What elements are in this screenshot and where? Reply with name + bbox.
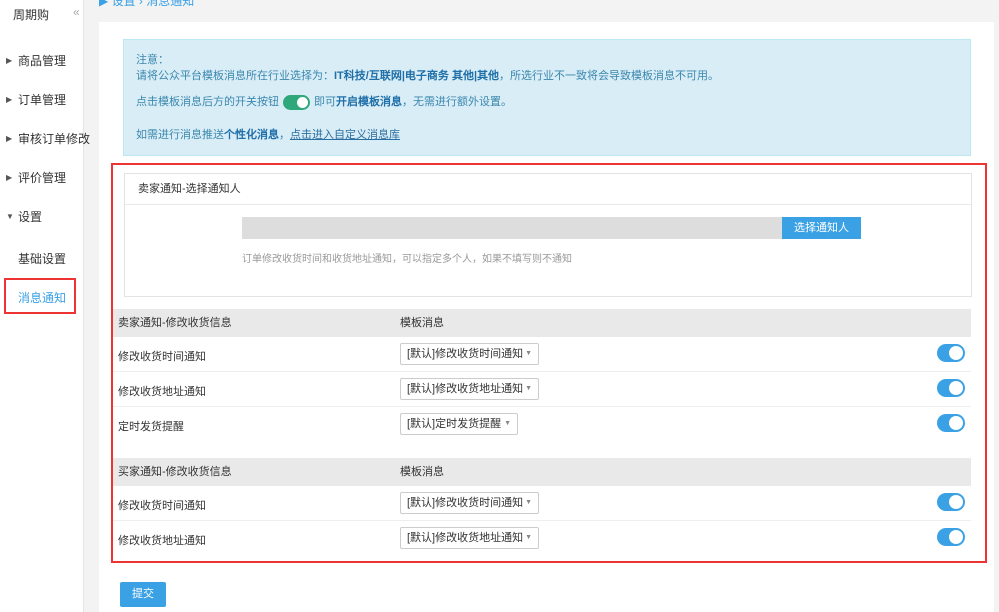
template-select[interactable]: [默认]修改收货地址通知 ▼	[400, 378, 539, 400]
notice-line-custom: 如需进行消息推送个性化消息，点击进入自定义消息库	[136, 126, 400, 142]
seller-recipient-panel: 卖家通知-选择通知人 选择通知人 订单修改收货时间和收货地址通知，可以指定多个人…	[124, 173, 972, 297]
chevron-right-icon: ▶	[6, 56, 13, 65]
notice-industry: IT科技/互联网|电子商务 其他|其他	[334, 70, 500, 82]
caret-down-icon: ▼	[525, 385, 532, 392]
notice-text: 如需进行消息推送	[136, 129, 224, 141]
select-value: [默认]修改收货时间通知	[407, 348, 524, 360]
content-card: 注意： 请将公众平台模板消息所在行业选择为：IT科技/互联网|电子商务 其他|其…	[99, 22, 994, 612]
notice-text: 点击模板消息后方的开关按钮	[136, 96, 279, 108]
breadcrumb: ▶ 设置 › 消息通知	[99, 0, 195, 8]
notice-bold: 开启模板消息	[336, 96, 402, 108]
highlight-box: 卖家通知-选择通知人 选择通知人 订单修改收货时间和收货地址通知，可以指定多个人…	[111, 163, 987, 563]
template-select[interactable]: [默认]修改收货时间通知 ▼	[400, 343, 539, 365]
sidebar-item-goods[interactable]: ▶ 商品管理	[0, 45, 84, 77]
notice-title: 注意：	[136, 54, 169, 66]
column-header: 模板消息	[400, 317, 444, 329]
sidebar-item-label: 订单管理	[18, 93, 67, 107]
panel-title: 卖家通知-选择通知人	[125, 174, 971, 205]
toggle-switch[interactable]	[937, 344, 965, 362]
toggle-switch[interactable]	[937, 493, 965, 511]
row-label: 定时发货提醒	[118, 421, 184, 433]
table-row: 修改收货地址通知 [默认]修改收货地址通知 ▼	[113, 521, 971, 556]
sidebar: 周期购 « ▶ 商品管理 ▶ 订单管理 ▶ 审核订单修改 ▶ 评价管理 ▼ 设置…	[0, 0, 90, 612]
highlight-box	[4, 278, 76, 314]
select-recipient-button[interactable]: 选择通知人	[782, 217, 861, 239]
column-header: 买家通知-修改收货信息	[118, 466, 232, 478]
sidebar-item-label: 商品管理	[18, 54, 67, 68]
column-header: 模板消息	[400, 466, 444, 478]
caret-down-icon: ▼	[525, 499, 532, 506]
toggle-switch[interactable]	[937, 379, 965, 397]
notice-box: 注意： 请将公众平台模板消息所在行业选择为：IT科技/互联网|电子商务 其他|其…	[123, 39, 971, 156]
sidebar-item-label: 评价管理	[18, 171, 67, 185]
sidebar-item-reviews[interactable]: ▶ 评价管理	[0, 162, 84, 194]
toggle-switch[interactable]	[937, 414, 965, 432]
chevron-down-icon: ▼	[6, 212, 14, 221]
row-label: 修改收货时间通知	[118, 351, 206, 363]
table-row: 定时发货提醒 [默认]定时发货提醒 ▼	[113, 407, 971, 442]
sidebar-item-orders[interactable]: ▶ 订单管理	[0, 84, 84, 116]
notice-text: ，	[279, 129, 290, 141]
main-content: ▶ 设置 › 消息通知 注意： 请将公众平台模板消息所在行业选择为：IT科技/互…	[99, 0, 999, 612]
template-select[interactable]: [默认]修改收货地址通知 ▼	[400, 527, 539, 549]
sidebar-item-review-orders[interactable]: ▶ 审核订单修改	[0, 123, 90, 155]
chevron-right-icon: ▶	[6, 173, 13, 182]
recipient-help-text: 订单修改收货时间和收货地址通知，可以指定多个人，如果不填写则不通知	[242, 254, 572, 265]
notice-text: 请将公众平台模板消息所在行业选择为：	[136, 70, 334, 82]
sidebar-item-label: 审核订单修改	[18, 132, 91, 146]
table-row: 修改收货时间通知 [默认]修改收货时间通知 ▼	[113, 486, 971, 521]
select-value: [默认]修改收货地址通知	[407, 383, 524, 395]
select-value: [默认]修改收货时间通知	[407, 497, 524, 509]
notice-line-toggle: 点击模板消息后方的开关按钮 即可开启模板消息，无需进行额外设置。	[136, 93, 512, 110]
custom-message-link[interactable]: 点击进入自定义消息库	[290, 129, 400, 141]
recipient-input[interactable]	[242, 217, 782, 239]
select-value: [默认]修改收货地址通知	[407, 532, 524, 544]
toggle-switch[interactable]	[937, 528, 965, 546]
submit-button[interactable]: 提交	[120, 582, 166, 607]
sidebar-item-label: 设置	[18, 210, 43, 224]
sidebar-subitem-basic-settings[interactable]: 基础设置	[18, 250, 66, 267]
notice-text: ，所选行业不一致将会导致模板消息不可用。	[499, 70, 720, 82]
sidebar-item-settings[interactable]: ▼ 设置	[0, 201, 84, 233]
toggle-icon	[283, 94, 310, 110]
brand-title: 周期购	[13, 8, 50, 22]
table-row: 修改收货地址通知 [默认]修改收货地址通知 ▼	[113, 372, 971, 407]
template-select[interactable]: [默认]修改收货时间通知 ▼	[400, 492, 539, 514]
template-select[interactable]: [默认]定时发货提醒 ▼	[400, 413, 518, 435]
row-label: 修改收货地址通知	[118, 386, 206, 398]
column-header: 卖家通知-修改收货信息	[118, 317, 232, 329]
chevron-right-icon: ▶	[6, 95, 13, 104]
chevron-right-icon: ▶	[6, 134, 13, 143]
sidebar-brand: 周期购 «	[0, 0, 84, 26]
seller-table-header: 卖家通知-修改收货信息 模板消息	[113, 309, 971, 337]
notice-line-industry: 请将公众平台模板消息所在行业选择为：IT科技/互联网|电子商务 其他|其他，所选…	[136, 67, 719, 83]
caret-down-icon: ▼	[525, 534, 532, 541]
caret-down-icon: ▼	[504, 420, 511, 427]
notice-text: 即可	[314, 96, 336, 108]
notice-text: ，无需进行额外设置。	[402, 96, 512, 108]
table-row: 修改收货时间通知 [默认]修改收货时间通知 ▼	[113, 337, 971, 372]
notice-bold: 个性化消息	[224, 129, 279, 141]
collapse-icon[interactable]: «	[73, 5, 80, 19]
select-value: [默认]定时发货提醒	[407, 418, 502, 430]
row-label: 修改收货时间通知	[118, 500, 206, 512]
row-label: 修改收货地址通知	[118, 535, 206, 547]
buyer-table-header: 买家通知-修改收货信息 模板消息	[113, 458, 971, 486]
caret-down-icon: ▼	[525, 350, 532, 357]
